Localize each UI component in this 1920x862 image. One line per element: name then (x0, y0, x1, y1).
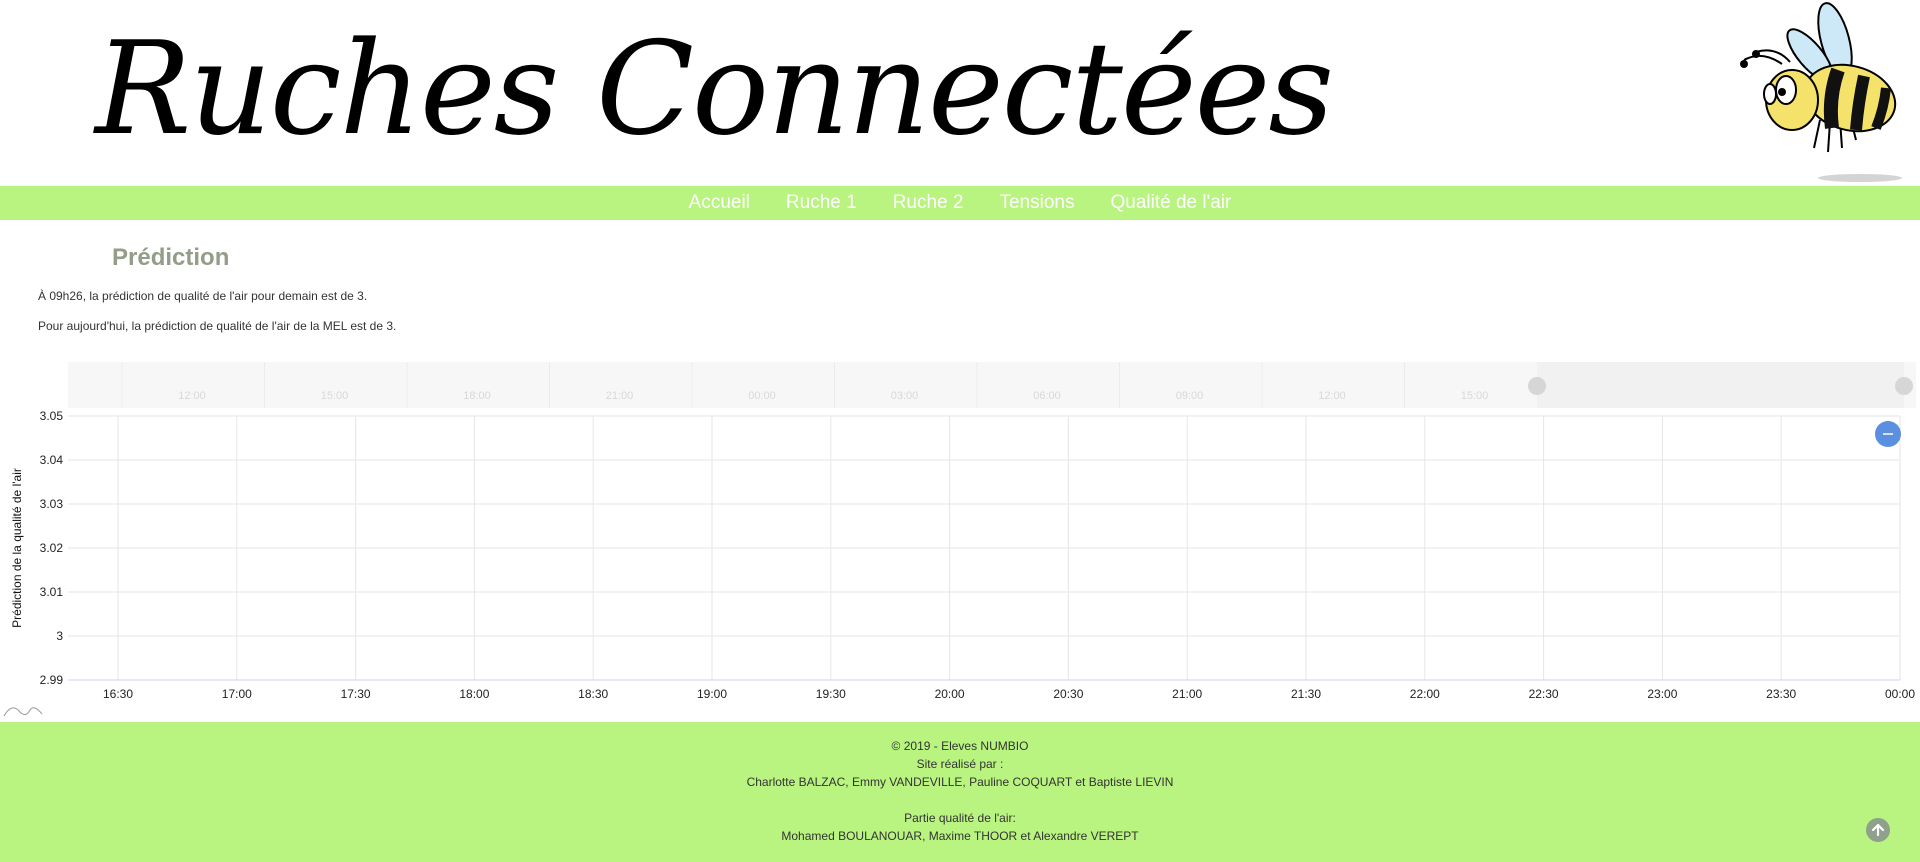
prediction-today-text: Pour aujourd'hui, la prédiction de quali… (38, 319, 397, 333)
scroll-top-button[interactable] (1866, 818, 1890, 842)
navigator-handle-left (1528, 377, 1546, 395)
x-tick-label: 17:30 (341, 687, 371, 701)
navigator-tick-label: 12:00 (178, 390, 206, 402)
x-tick-label: 23:30 (1766, 687, 1796, 701)
x-tick-label: 16:30 (103, 687, 133, 701)
footer-authors: Charlotte BALZAC, Emmy VANDEVILLE, Pauli… (746, 775, 1174, 789)
x-tick-label: 19:00 (697, 687, 727, 701)
navigator-tick-label: 09:00 (1176, 390, 1204, 402)
navigator-tick-label: 03:00 (891, 390, 919, 402)
y-axis-title: Prédiction de la qualité de l'air (10, 468, 24, 628)
arrow-up-circle-icon (1871, 823, 1885, 837)
x-tick-label: 17:00 (222, 687, 252, 701)
navigator-tick-label: 15:00 (1461, 390, 1489, 402)
y-tick-label: 2.99 (40, 673, 64, 687)
navigator-tick-label: 21:00 (606, 390, 634, 402)
main-navbar: Accueil Ruche 1 Ruche 2 Tensions Qualité… (0, 186, 1920, 220)
chart-logo-icon (3, 707, 43, 717)
air-quality-chart: 12:00 15:00 18:00 21:00 00:00 03:00 06:00 09:00… (0, 360, 1920, 722)
navigator-handle-right (1895, 377, 1913, 395)
navigator-tick-label: 12:00 (1318, 390, 1346, 402)
y-tick-label: 3 (56, 629, 63, 643)
x-tick-label: 18:00 (459, 687, 489, 701)
y-tick-label: 3.01 (40, 585, 64, 599)
nav-item-ruche-2[interactable]: Ruche 2 (893, 192, 964, 214)
prediction-tomorrow-text: À 09h26, la prédiction de qualité de l'a… (38, 289, 368, 303)
navigator-tick-label: 00:00 (748, 390, 776, 402)
x-tick-label: 20:00 (935, 687, 965, 701)
site-header: Ruches Connectées (0, 0, 1920, 186)
navigator-selected-range (1537, 362, 1904, 408)
footer-credit-label: Site réalisé par : (916, 757, 1004, 771)
footer-spacer (0, 791, 1920, 809)
chart-svg: 12:00 15:00 18:00 21:00 00:00 03:00 06:00 09:00… (3, 362, 1916, 717)
section-title: Prédiction (112, 244, 230, 271)
x-tick-label: 21:30 (1291, 687, 1321, 701)
site-title: Ruches Connectées (95, 15, 1334, 164)
x-tick-label: 20:30 (1053, 687, 1083, 701)
x-tick-label: 19:30 (816, 687, 846, 701)
x-tick-label: 22:00 (1410, 687, 1440, 701)
y-tick-label: 3.03 (40, 497, 64, 511)
nav-item-tensions[interactable]: Tensions (999, 192, 1074, 214)
x-tick-label: 21:00 (1172, 687, 1202, 701)
nav-item-qualite-air[interactable]: Qualité de l'air (1110, 192, 1231, 214)
footer-copyright: © 2019 - Eleves NUMBIO (891, 739, 1029, 753)
y-tick-label: 3.05 (40, 409, 64, 423)
bee-icon (1740, 2, 1902, 182)
nav-item-ruche-1[interactable]: Ruche 1 (786, 192, 857, 214)
nav-item-accueil[interactable]: Accueil (689, 192, 750, 214)
x-tick-label: 22:30 (1529, 687, 1559, 701)
y-tick-label: 3.04 (40, 453, 64, 467)
site-footer: © 2019 - Eleves NUMBIO Site réalisé par … (0, 722, 1920, 862)
navigator-tick-label: 06:00 (1033, 390, 1061, 402)
footer-air-label: Partie qualité de l'air: (904, 811, 1016, 825)
footer-air-authors: Mohamed BOULANOUAR, Maxime THOOR et Alex… (781, 829, 1139, 843)
y-tick-label: 3.02 (40, 541, 64, 555)
navigator-tick-label: 18:00 (463, 390, 491, 402)
x-tick-label: 23:00 (1647, 687, 1677, 701)
x-tick-label: 00:00 (1885, 687, 1915, 701)
navigator-tick-label: 15:00 (321, 390, 349, 402)
x-tick-label: 18:30 (578, 687, 608, 701)
